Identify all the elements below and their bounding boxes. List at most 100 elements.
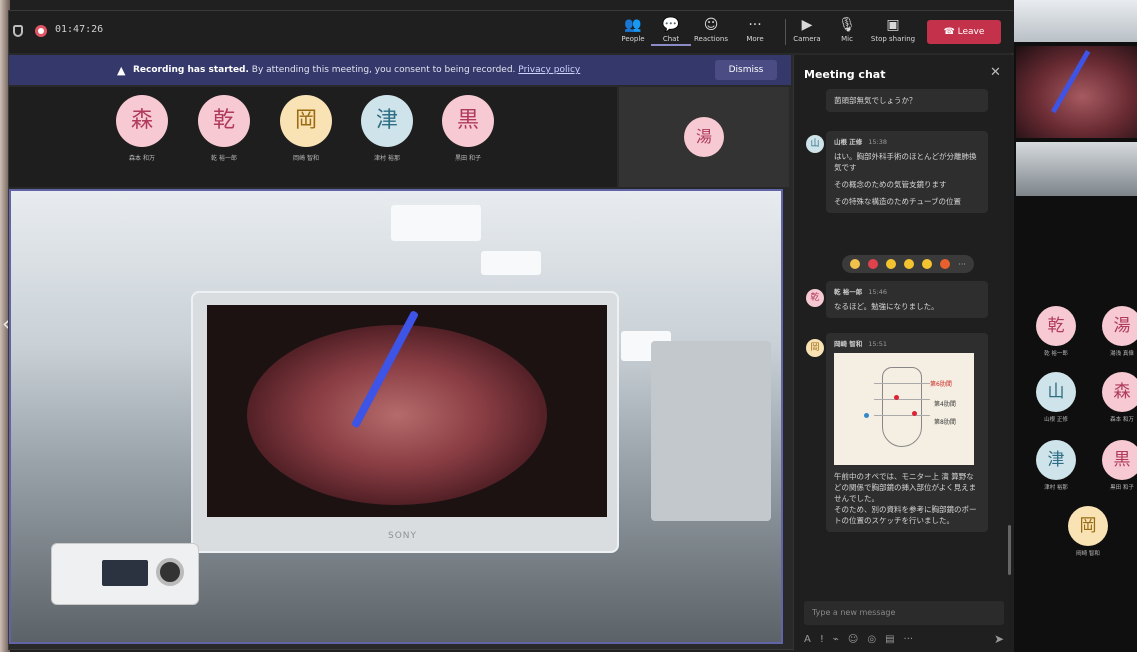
stop-sharing-button[interactable]: ▣ Stop sharing [867,16,919,50]
chat-message: 乾 裕一郎 15:46 なるほど。勉強になりました。 [826,281,988,318]
participant-tile[interactable]: 森 森本 和万 [107,95,177,162]
surgical-monitor: SONY [191,291,619,553]
recording-icon [35,25,47,37]
toolbar-divider [785,19,786,45]
camera-button[interactable]: ▶ Camera [787,16,827,50]
gallery-video-tile[interactable] [1016,46,1137,138]
camera-icon: ▶ [801,17,813,33]
medical-device [51,543,199,605]
chat-message: 山根 正修 15:38 はい。胸部外科手術のほとんどが分離肺換気です その概念のた… [826,131,988,213]
chat-title: Meeting chat [804,68,886,81]
more-reactions-icon[interactable]: ··· [958,260,966,269]
avatar: 森 [116,95,168,147]
participant-tile[interactable]: 岡 岡崎 智和 [1064,506,1112,557]
privacy-policy-link[interactable]: Privacy policy [518,65,580,75]
participant-name: 乾 裕一郎 [211,155,237,162]
gallery-background [1014,0,1137,42]
more-button[interactable]: ··· More [735,16,775,50]
format-icon[interactable]: A [804,634,811,645]
attach-icon[interactable]: ⌁ [833,634,839,645]
participant-name: 黒田 和子 [1110,485,1134,491]
avatar: 岡 [280,95,332,147]
sketch-ribcage [882,367,922,447]
reaction-picker[interactable]: ··· [842,255,974,273]
close-icon[interactable]: ✕ [990,65,1001,80]
avatar: 森 [1102,372,1137,412]
gif-icon[interactable]: ◎ [867,634,876,645]
participant-tile[interactable]: 黒 黒田 和子 [433,95,503,162]
participant-name: 黒田 和子 [455,155,481,162]
participant-name: 津村 裕那 [374,155,400,162]
like-reaction-icon[interactable] [850,259,861,269]
mic-icon: 🎙 [838,17,856,33]
leave-button[interactable]: ☎ Leave [927,20,1001,44]
recording-banner: ▲ Recording has started. By attending th… [9,55,791,85]
avatar: 湯 [684,117,724,157]
participant-tile[interactable]: 乾 乾 裕一郎 [189,95,259,162]
warning-icon: ▲ [117,64,126,77]
teams-meeting-window: 01:47:26 👥 People 💬 Chat ☺ Reactions ···… [8,10,1014,651]
screen: ‹ 01:47:26 👥 People 💬 Chat ☺ Reactions ·… [0,0,1137,652]
participant-tile[interactable]: 津 津村 裕那 [352,95,422,162]
participant-name: 乾 裕一郎 [1044,351,1068,357]
sticker-icon[interactable]: ▤ [885,634,894,645]
dismiss-button[interactable]: Dismiss [715,60,777,80]
sketch-image[interactable]: 第6肋間 第4肋間 第8肋間 [834,353,974,465]
important-icon[interactable]: ! [820,634,824,645]
chat-message: 菌頭部無気でしょうか？ [826,89,988,112]
participant-strip: 森 森本 和万 乾 乾 裕一郎 岡 岡崎 智和 津 津村 裕那 黒 黒田 和子 [9,87,617,187]
reactions-icon: ☺ [703,17,719,33]
avatar: 山 [806,135,824,153]
laugh-reaction-icon[interactable] [886,259,897,269]
surgical-instrument [1051,50,1091,114]
surprised-reaction-icon[interactable] [904,259,915,269]
message-input[interactable]: Type a new message [804,601,1004,625]
participant-tile[interactable]: 乾 乾 裕一郎 [1032,306,1080,357]
shared-video[interactable]: SONY [9,189,783,644]
avatar: 黒 [442,95,494,147]
chat-button[interactable]: 💬 Chat [651,16,691,50]
mic-button[interactable]: 🎙 Mic [827,16,867,50]
chat-icon: 💬 [662,17,680,33]
meeting-toolbar: 01:47:26 👥 People 💬 Chat ☺ Reactions ···… [9,11,1014,53]
emoji-icon[interactable]: ☺ [848,634,858,645]
participant-name: 岡崎 智和 [1076,551,1100,557]
participant-tile[interactable]: 湯 湯浅 真偉 [1098,306,1137,357]
avatar: 乾 [806,289,824,307]
participant-tile-self[interactable]: 湯 [619,87,789,187]
banner-text: By attending this meeting, you consent t… [251,65,516,75]
medical-equipment [651,341,771,521]
participant-name: 津村 裕那 [1044,485,1068,491]
people-button[interactable]: 👥 People [613,16,653,50]
avatar: 津 [1036,440,1076,480]
avatar: 山 [1036,372,1076,412]
avatar: 湯 [1102,306,1137,346]
gallery-video-tile[interactable] [1016,142,1137,196]
participant-name: 岡崎 智和 [293,155,319,162]
people-icon: 👥 [624,17,642,33]
participant-tile[interactable]: 岡 岡崎 智和 [271,95,341,162]
phone-hangup-icon: ☎ [943,27,958,37]
reactions-button[interactable]: ☺ Reactions [691,16,731,50]
participant-tile[interactable]: 黒 黒田 和子 [1098,440,1137,491]
more-icon: ··· [748,17,762,33]
avatar: 岡 [1068,506,1108,546]
banner-title: Recording has started. [133,65,249,75]
participant-tile[interactable]: 森 森本 和万 [1098,372,1137,423]
device-display [102,560,148,586]
participant-tile[interactable]: 津 津村 裕那 [1032,440,1080,491]
more-options-icon[interactable]: ··· [904,634,914,645]
meeting-timer: 01:47:26 [55,24,104,35]
angry-reaction-icon[interactable] [940,259,951,269]
meeting-chat-panel: Meeting chat ✕ 菌頭部無気でしょうか？ 山 山根 正修 15:38 … [793,55,1013,651]
ceiling-light [481,251,541,275]
participant-tile[interactable]: 山 山根 正修 [1032,372,1080,423]
chat-scrollbar[interactable] [1008,525,1011,575]
avatar: 津 [361,95,413,147]
ceiling-light [391,205,481,241]
send-icon[interactable]: ➤ [994,632,1004,646]
heart-reaction-icon[interactable] [868,259,879,269]
avatar: 乾 [1036,306,1076,346]
participant-name: 森本 和万 [129,155,155,162]
sad-reaction-icon[interactable] [922,259,933,269]
